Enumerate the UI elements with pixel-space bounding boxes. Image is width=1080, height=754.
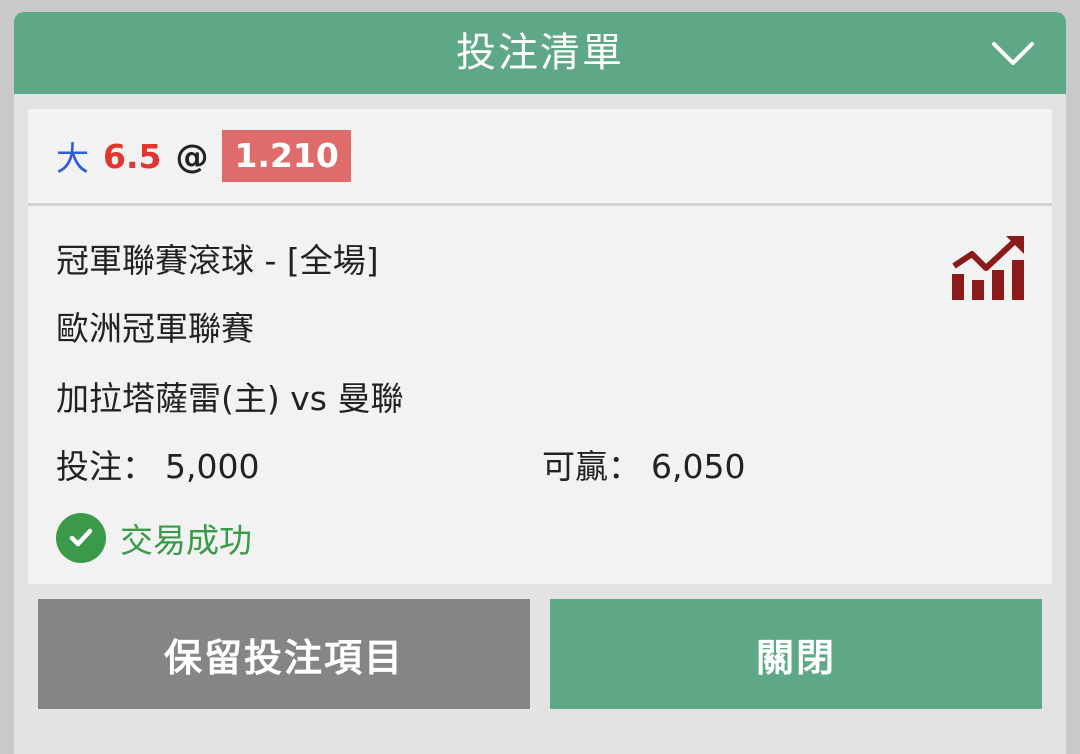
at-symbol: @ [175,136,209,176]
selection-side: 大 [56,139,89,178]
status-row: 交易成功 [56,508,252,568]
odds-badge: 1.210 [222,130,351,182]
league-name: 歐洲冠軍聯賽 [56,309,254,348]
selection-row: 大 6.5 @ 1.210 [28,109,1052,203]
chevron-down-icon[interactable] [988,34,1038,74]
status-text: 交易成功 [120,521,252,560]
stake-label: 投注： [56,447,155,486]
market-name: 冠軍聯賽滾球 - [全場] [56,241,379,280]
selection-handicap: 6.5 [103,136,162,176]
stake-value: 5,000 [165,447,260,486]
win-label: 可贏： [542,447,641,486]
match-name: 加拉塔薩雷(主) vs 曼聯 [56,379,404,418]
win-value: 6,050 [651,447,746,486]
close-button[interactable]: 關閉 [550,599,1042,709]
bet-slip-title: 投注清單 [456,30,624,76]
stake-info: 投注： 5,000 [56,440,259,488]
keep-selections-button[interactable]: 保留投注項目 [38,599,530,709]
bet-slip-panel: 投注清單 大 6.5 @ 1.210 冠軍聯賽滾球 - [全場] 歐洲冠軍聯賽 … [14,12,1066,754]
potential-win-info: 可贏： 6,050 [542,440,745,488]
bet-details: 冠軍聯賽滾球 - [全場] 歐洲冠軍聯賽 加拉塔薩雷(主) vs 曼聯 投注： 5… [28,206,1052,584]
check-circle-icon [56,513,106,563]
bet-slip-header[interactable]: 投注清單 [14,12,1066,94]
stats-chart-icon[interactable] [950,234,1026,300]
selection-line: 大 6.5 @ 1.210 [56,109,351,203]
